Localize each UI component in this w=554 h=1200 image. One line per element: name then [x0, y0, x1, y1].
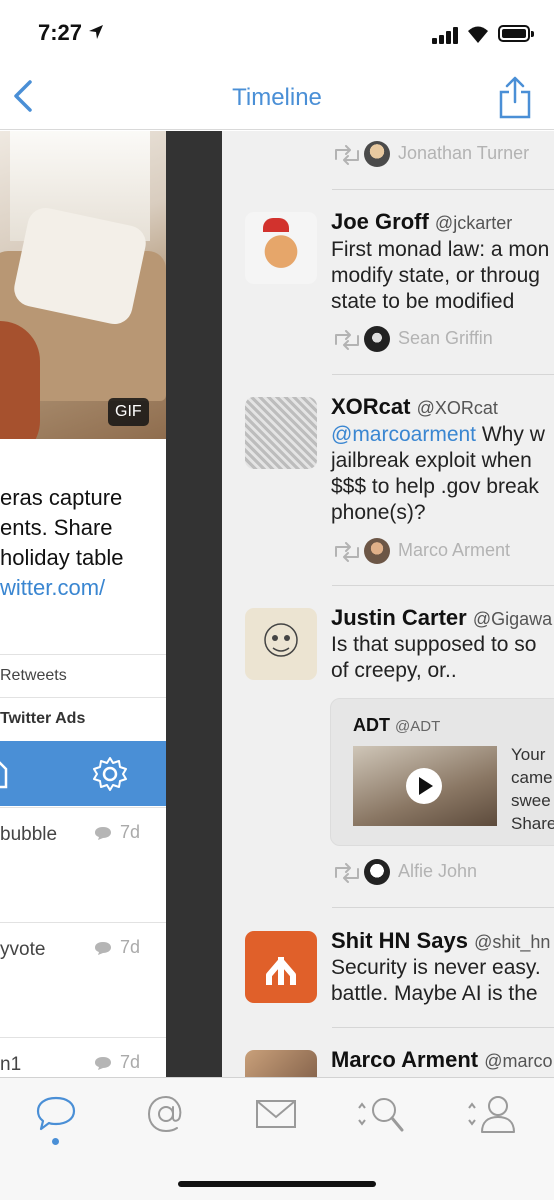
tweet-header: Shit HN Says @shit_hn — [331, 928, 551, 953]
avatar[interactable] — [245, 397, 317, 469]
quoted-tweet-header: ADT @ADT — [353, 715, 441, 735]
chat-bubble-icon[interactable] — [34, 1092, 78, 1136]
share-icon[interactable] — [0, 757, 14, 791]
status-bar: 7:27 — [0, 0, 554, 66]
list-item[interactable]: bubble 7d — [0, 807, 166, 922]
tweet-header: Justin Carter @Gigawa — [331, 605, 553, 630]
share-icon[interactable] — [498, 74, 532, 120]
profile-icon[interactable] — [466, 1092, 518, 1136]
comment-bubble-icon — [95, 942, 111, 955]
nav-bar: Timeline — [0, 66, 554, 130]
retweet-icon — [335, 145, 359, 165]
ads-row[interactable]: Twitter Ads — [0, 697, 166, 741]
at-sign-icon[interactable] — [144, 1092, 188, 1136]
location-arrow-icon — [89, 25, 103, 39]
tweet-body: @marcoarment Why w jailbreak exploit whe… — [331, 423, 545, 524]
quoted-tweet-text: Your came swee Share — [511, 745, 554, 833]
avatar[interactable] — [245, 931, 317, 1003]
retweet-icon — [335, 330, 359, 350]
tweet-body: Security is never easy. battle. Maybe AI… — [331, 956, 541, 1005]
tweet-body: First monad law: a mon modify state, or … — [331, 238, 550, 313]
tweet-action-bar — [0, 741, 166, 806]
play-icon[interactable] — [406, 768, 442, 804]
quoted-tweet[interactable]: ADT @ADT Your came swee Share — [330, 698, 554, 846]
tweet-header: XORcat @XORcat — [331, 394, 498, 419]
gif-badge: GIF — [108, 398, 149, 426]
comment-bubble-icon — [95, 1057, 111, 1070]
active-tab-indicator — [52, 1138, 59, 1145]
clock: 7:27 — [38, 20, 83, 45]
retweet-icon — [335, 542, 359, 562]
wifi-icon — [468, 26, 488, 43]
avatar[interactable] — [245, 212, 317, 284]
list-item[interactable]: yvote 7d — [0, 922, 166, 1037]
avatar[interactable] — [245, 1050, 317, 1077]
page-title: Timeline — [232, 84, 322, 111]
signal-icon — [432, 26, 460, 44]
tweet-text: eras capture ents. Share holiday table w… — [0, 483, 166, 603]
previous-view-panel: GIF eras capture ents. Share holiday tab… — [0, 131, 166, 1077]
retweet-icon — [335, 863, 359, 883]
tweet-media-gif[interactable]: GIF — [0, 131, 166, 439]
home-indicator — [178, 1181, 376, 1187]
avatar — [364, 538, 390, 564]
battery-icon — [498, 25, 534, 42]
avatar — [364, 326, 390, 352]
avatar[interactable] — [245, 608, 317, 680]
tweet-link[interactable]: witter.com/ — [0, 573, 166, 603]
envelope-icon[interactable] — [254, 1092, 298, 1136]
avatar — [364, 141, 390, 167]
list-item[interactable]: n1 7d — [0, 1037, 166, 1077]
timeline-list[interactable]: Jonathan Turner Joe Groff @jckarter Firs… — [222, 131, 554, 1077]
avatar — [364, 859, 390, 885]
video-thumbnail[interactable] — [353, 746, 497, 826]
comment-bubble-icon — [95, 827, 111, 840]
mention-link[interactable]: @marcoarment — [331, 423, 476, 446]
tweet-body: Is that supposed to so of creepy, or.. — [331, 633, 537, 682]
tweet-header: Joe Groff @jckarter — [331, 209, 513, 234]
tweet-header: Marco Arment @marco — [331, 1047, 553, 1072]
gear-icon[interactable] — [92, 756, 128, 792]
search-icon[interactable] — [356, 1092, 406, 1136]
retweets-count-row[interactable]: Retweets — [0, 654, 166, 698]
panel-divider — [166, 131, 222, 1077]
